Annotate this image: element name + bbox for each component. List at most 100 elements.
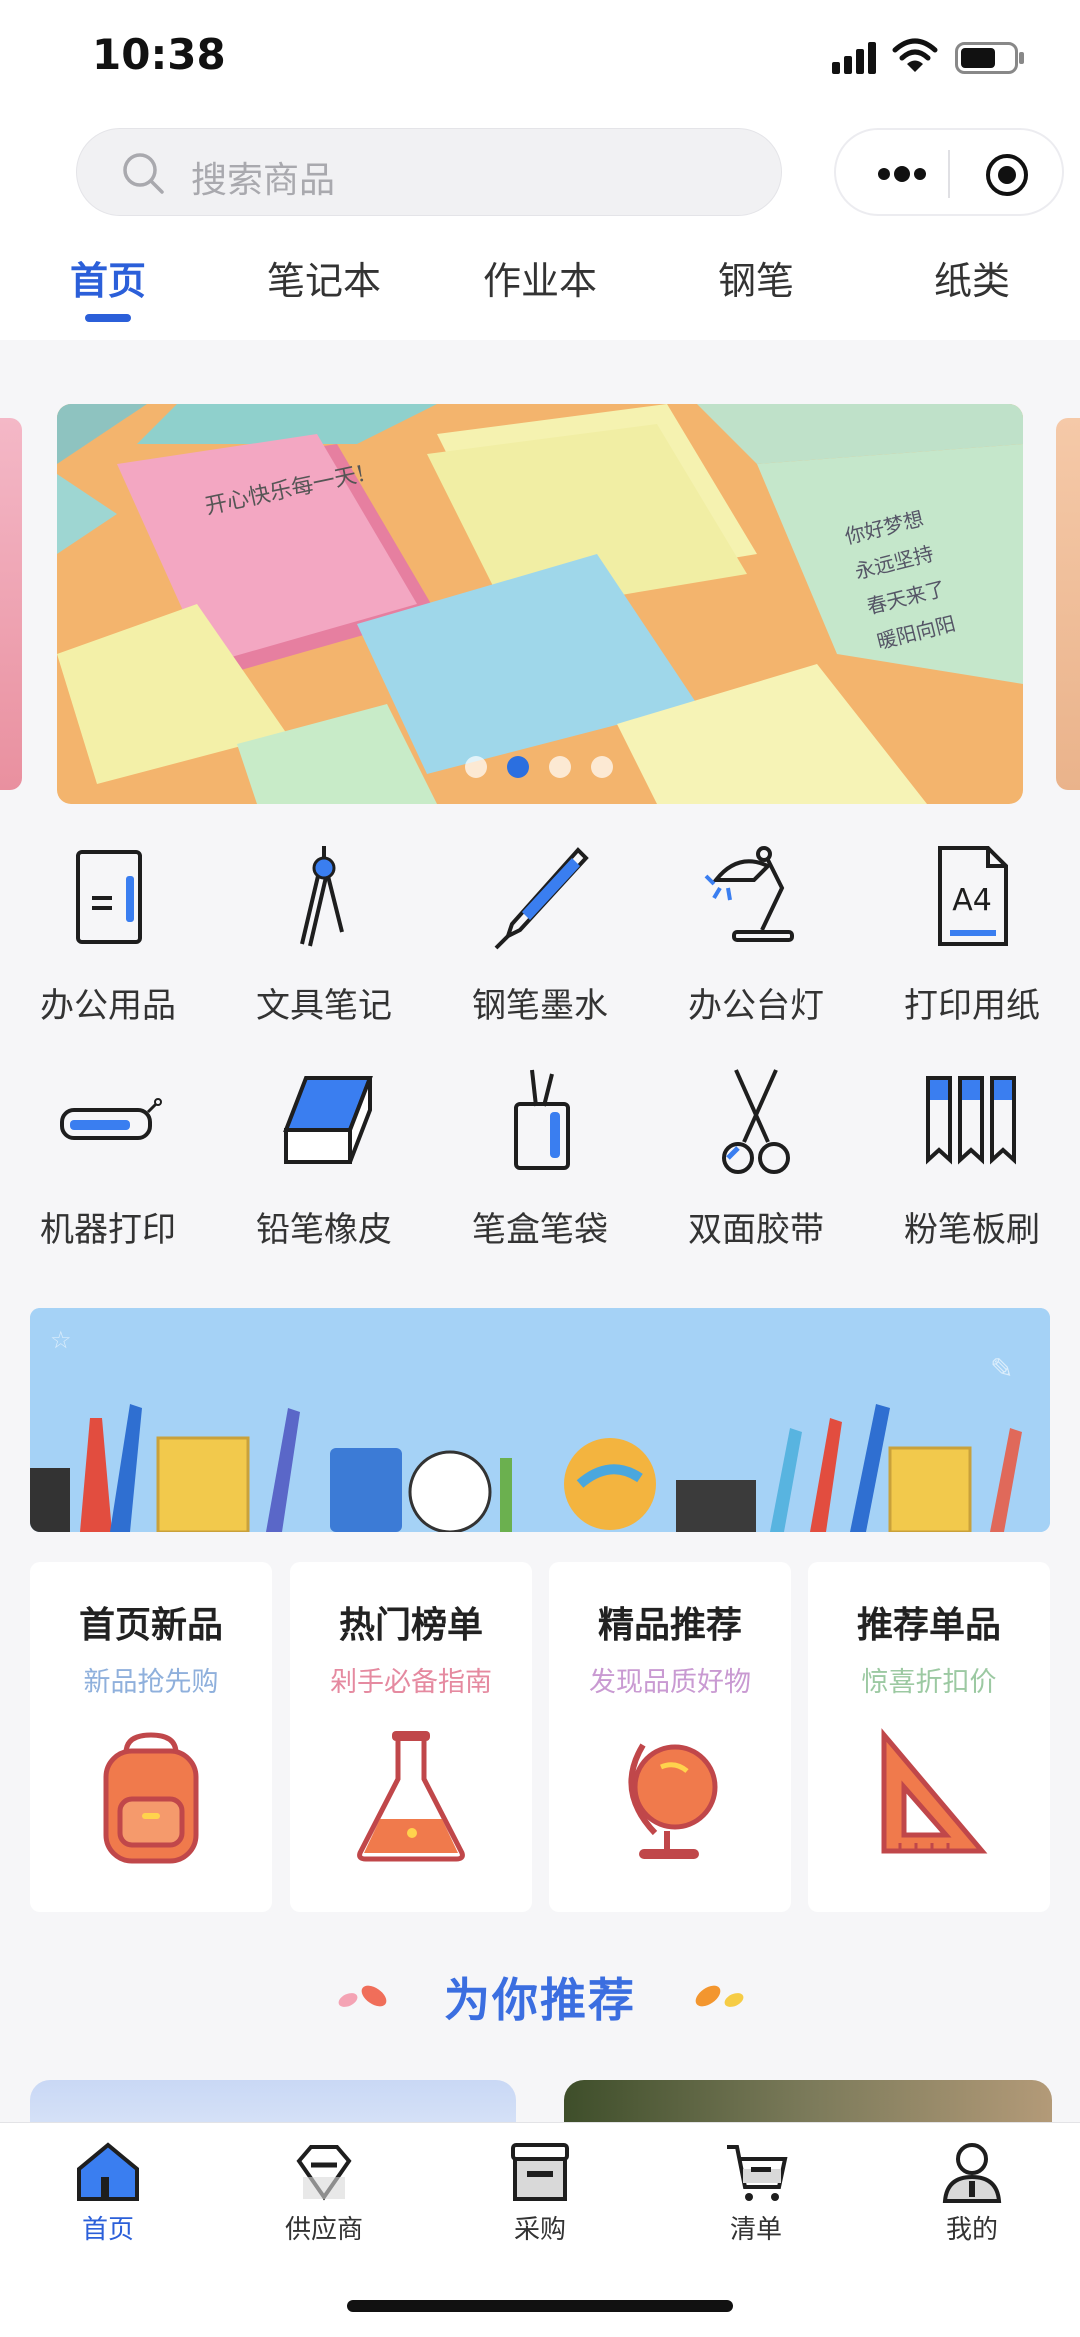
- carousel-dot[interactable]: [591, 756, 613, 778]
- search-bar[interactable]: 搜索商品: [76, 128, 782, 216]
- nav-label: 我的: [945, 2215, 998, 2245]
- decor-leaf-left-icon: [338, 1985, 387, 2007]
- carousel-dot[interactable]: [549, 756, 571, 778]
- tab-home[interactable]: 首页: [33, 250, 183, 322]
- tab-label: 纸类: [933, 259, 1010, 303]
- wifi-icon: [892, 38, 938, 72]
- tab-label: 首页: [69, 259, 146, 303]
- svg-text:☆: ☆: [50, 1326, 72, 1354]
- cellular-signal-icon: [832, 42, 876, 74]
- category-double-tape[interactable]: 双面胶带: [648, 1064, 864, 1264]
- sticky-notes-image: 开心快乐每一天! 你好梦想 永远坚持 春天来了 暖阳向阳: [57, 404, 1023, 804]
- carousel-dot[interactable]: [465, 756, 487, 778]
- category-label: 笔盒笔袋: [472, 1210, 608, 1250]
- category-label: 双面胶带: [688, 1210, 824, 1250]
- close-target-icon[interactable]: [984, 152, 1030, 198]
- search-placeholder: 搜索商品: [191, 160, 336, 201]
- nav-label: 清单: [729, 2215, 782, 2245]
- nav-label: 采购: [513, 2215, 566, 2245]
- category-stationery[interactable]: 文具笔记: [216, 840, 432, 1040]
- nav-home[interactable]: 首页: [0, 2137, 216, 2246]
- feature-title: 首页新品: [78, 1605, 223, 1646]
- user-icon: [942, 2143, 1002, 2203]
- tab-underline: [85, 314, 131, 322]
- diamond-icon: [296, 2145, 352, 2201]
- nav-label: 供应商: [284, 2215, 363, 2245]
- feature-title: 精品推荐: [597, 1605, 742, 1646]
- search-icon: [123, 153, 164, 194]
- school-supplies-image: ☆ ✎: [30, 1308, 1050, 1532]
- svg-text:✎: ✎: [990, 1352, 1013, 1385]
- cart-icon: [727, 2145, 788, 2201]
- nav-list[interactable]: 清单: [648, 2137, 864, 2246]
- status-time: 10:38: [92, 30, 226, 79]
- tab-notebook[interactable]: 笔记本: [249, 250, 399, 305]
- category-pencil-eraser[interactable]: 铅笔橡皮: [216, 1064, 432, 1264]
- feature-subtitle: 发现品质好物: [589, 1667, 751, 1698]
- category-label: 打印用纸: [904, 986, 1040, 1026]
- desk-lamp-icon: [704, 846, 794, 942]
- a4-paper-icon: A4: [938, 846, 1008, 946]
- recommend-section-header: 为你推荐: [0, 1964, 1080, 2034]
- category-label: 钢笔墨水: [472, 986, 608, 1026]
- category-label: 粉笔板刷: [904, 1210, 1040, 1250]
- notebook-icon: [76, 850, 142, 944]
- svg-text:A4: A4: [952, 883, 992, 918]
- globe-icon: [628, 1743, 718, 1859]
- eraser-icon: [283, 1076, 373, 1164]
- category-pen-case[interactable]: 笔盒笔袋: [432, 1064, 648, 1264]
- tab-label: 笔记本: [266, 259, 381, 303]
- feature-card-hot-list[interactable]: 热门榜单 剁手必备指南: [290, 1562, 532, 1912]
- feature-card-premium[interactable]: 精品推荐 发现品质好物: [549, 1562, 791, 1912]
- printer-icon: [60, 1098, 162, 1140]
- category-label: 办公用品: [40, 986, 176, 1026]
- category-label: 办公台灯: [688, 986, 824, 1026]
- nav-supplier[interactable]: 供应商: [216, 2137, 432, 2246]
- category-label: 铅笔橡皮: [256, 1210, 392, 1250]
- set-square-icon: [881, 1728, 988, 1854]
- nav-label: 首页: [81, 2215, 134, 2245]
- category-office-supplies[interactable]: 办公用品: [0, 840, 216, 1040]
- feature-subtitle: 惊喜折扣价: [861, 1667, 997, 1698]
- flask-icon: [357, 1731, 465, 1862]
- banner-carousel[interactable]: 开心快乐每一天! 你好梦想 永远坚持 春天来了 暖阳向阳: [57, 404, 1023, 804]
- home-indicator: [347, 2300, 733, 2312]
- category-machine-print[interactable]: 机器打印: [0, 1064, 216, 1264]
- tab-label: 钢笔: [717, 259, 794, 303]
- tab-homework[interactable]: 作业本: [465, 250, 615, 305]
- category-chalk-brush[interactable]: 粉笔板刷: [864, 1064, 1080, 1264]
- feature-card-new-arrivals[interactable]: 首页新品 新品抢先购: [30, 1562, 272, 1912]
- category-tabs: 首页 笔记本 作业本 钢笔 纸类: [0, 236, 1080, 340]
- category-printing-paper[interactable]: A4 打印用纸: [864, 840, 1080, 1040]
- nav-purchase[interactable]: 采购: [432, 2137, 648, 2246]
- tab-pen[interactable]: 钢笔: [681, 250, 831, 305]
- status-bar: 10:38: [0, 0, 1080, 118]
- nav-profile[interactable]: 我的: [864, 2137, 1080, 2246]
- feature-title: 推荐单品: [856, 1605, 1001, 1646]
- category-label: 文具笔记: [256, 986, 392, 1026]
- category-label: 机器打印: [40, 1210, 176, 1250]
- capsule-divider: [948, 150, 950, 198]
- feature-title: 热门榜单: [338, 1605, 483, 1646]
- compass-icon: [300, 846, 344, 947]
- carousel-next-slide[interactable]: [1056, 418, 1080, 790]
- pen-holder-icon: [514, 1069, 570, 1170]
- feature-subtitle: 新品抢先购: [83, 1667, 219, 1698]
- backpack-icon: [103, 1732, 199, 1864]
- store-icon: [511, 2143, 569, 2201]
- decor-leaf-right-icon: [695, 1985, 744, 2007]
- carousel-prev-slide[interactable]: [0, 418, 22, 790]
- feature-card-recommended[interactable]: 推荐单品 惊喜折扣价: [808, 1562, 1050, 1912]
- promo-banner[interactable]: ☆ ✎: [30, 1308, 1050, 1532]
- search-row: 搜索商品: [0, 118, 1080, 236]
- carousel-dot-active[interactable]: [507, 756, 529, 778]
- feature-subtitle: 剁手必备指南: [330, 1667, 492, 1698]
- tab-paper[interactable]: 纸类: [897, 250, 1047, 305]
- home-icon: [77, 2142, 139, 2201]
- more-icon[interactable]: [872, 156, 932, 192]
- category-desk-lamp[interactable]: 办公台灯: [648, 840, 864, 1040]
- mini-program-capsule: [834, 128, 1064, 216]
- section-title: 为你推荐: [444, 1973, 636, 2027]
- category-pen-ink[interactable]: 钢笔墨水: [432, 840, 648, 1040]
- tab-label: 作业本: [482, 259, 597, 303]
